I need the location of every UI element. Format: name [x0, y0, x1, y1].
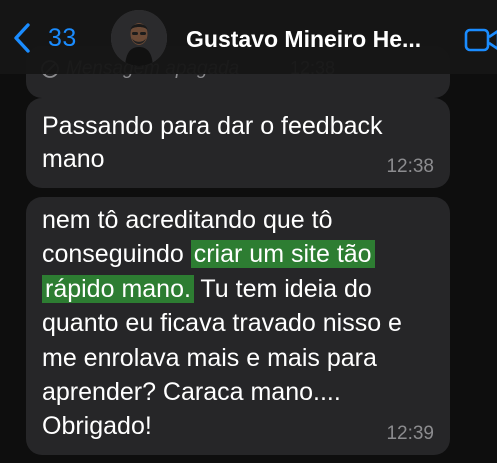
message-bubble[interactable]: nem tô acreditando que tô conseguindo cr… [26, 197, 450, 455]
back-button[interactable]: 33 [12, 20, 77, 56]
message-text: Passando para dar o feedback mano [42, 112, 383, 173]
chevron-left-icon [14, 23, 30, 53]
message-time: 12:39 [386, 423, 434, 444]
avatar[interactable] [111, 10, 167, 66]
video-camera-icon [464, 28, 497, 52]
message-bubble[interactable]: Passando para dar o feedback mano 12:38 [26, 98, 450, 188]
chat-header: 33 Gustavo Mineiro He... [0, 0, 497, 74]
avatar-image [111, 10, 167, 66]
unread-count: 33 [48, 23, 77, 52]
message-text: nem tô acreditando que tô conseguindo cr… [42, 203, 436, 444]
video-call-button[interactable] [464, 26, 497, 54]
message-time: 12:38 [386, 156, 434, 177]
contact-name[interactable]: Gustavo Mineiro He... [186, 26, 456, 53]
